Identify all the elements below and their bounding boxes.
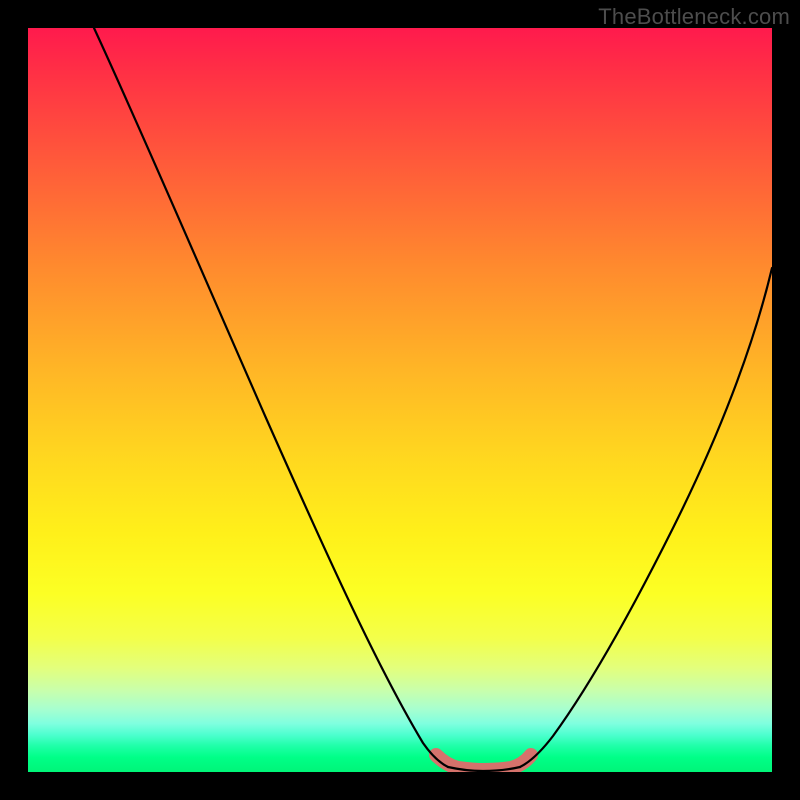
curve-left-branch: [94, 28, 448, 767]
plot-area: [28, 28, 772, 772]
curve-layer: [28, 28, 772, 772]
curve-right-branch: [520, 268, 772, 767]
watermark-text: TheBottleneck.com: [598, 4, 790, 30]
chart-frame: TheBottleneck.com: [0, 0, 800, 800]
